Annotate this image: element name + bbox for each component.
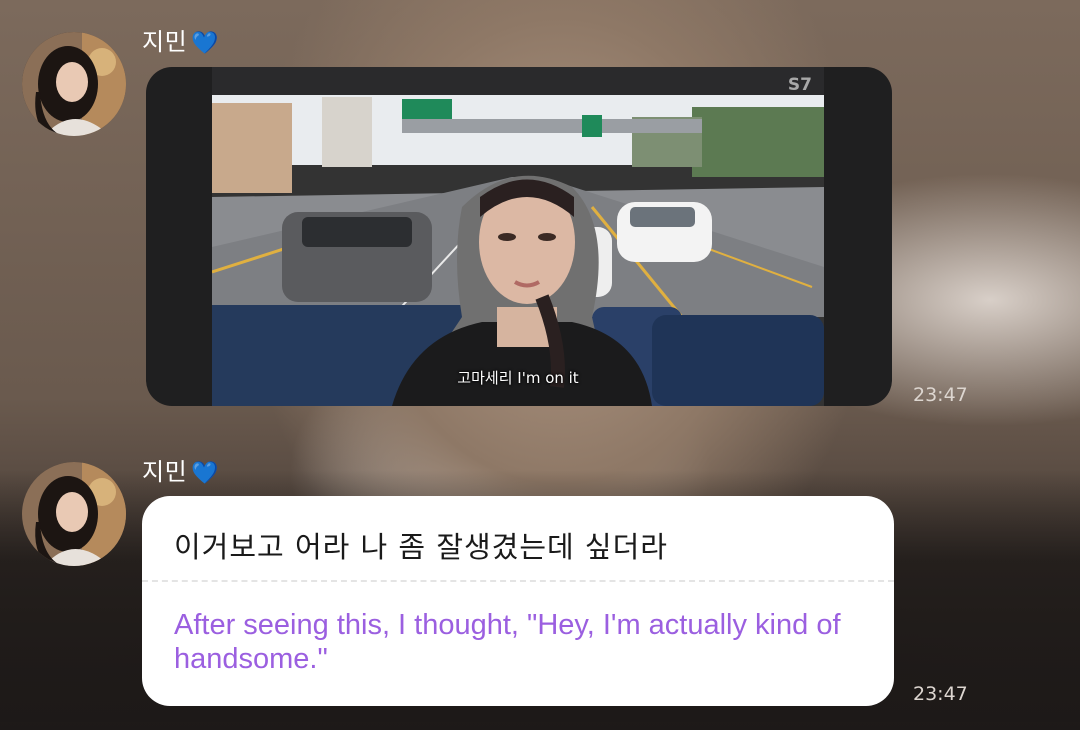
sender-name-text: 지민 [142, 458, 188, 486]
avatar-photo [22, 32, 126, 136]
message-timestamp: 23:47 [913, 384, 968, 406]
message-translation-text: After seeing this, I thought, "Hey, I'm … [174, 609, 841, 675]
channel-watermark: S7 [787, 75, 812, 95]
sender-name: 지민 💙 [142, 452, 219, 487]
avatar-photo [22, 462, 126, 566]
sender-avatar[interactable] [22, 32, 126, 136]
text-message-bubble[interactable]: 이거보고 어라 나 좀 잘생겼는데 싶더라 After seeing this,… [142, 496, 894, 706]
message-timestamp: 23:47 [913, 683, 968, 705]
sender-name: 지민 💙 [142, 22, 219, 57]
video-frame-image [212, 67, 824, 406]
sender-avatar[interactable] [22, 462, 126, 566]
translation-divider [142, 580, 894, 582]
blue-heart-icon: 💙 [191, 461, 220, 486]
video-subtitle: 고마세리 I'm on it [457, 369, 579, 387]
blue-heart-icon: 💙 [191, 31, 220, 56]
video-thumbnail[interactable]: 고마세리 I'm on it S7 [212, 67, 824, 406]
sender-name-text: 지민 [142, 28, 188, 56]
message-original-text: 이거보고 어라 나 좀 잘생겼는데 싶더라 [174, 530, 668, 564]
video-message[interactable]: 고마세리 I'm on it S7 [146, 67, 892, 406]
